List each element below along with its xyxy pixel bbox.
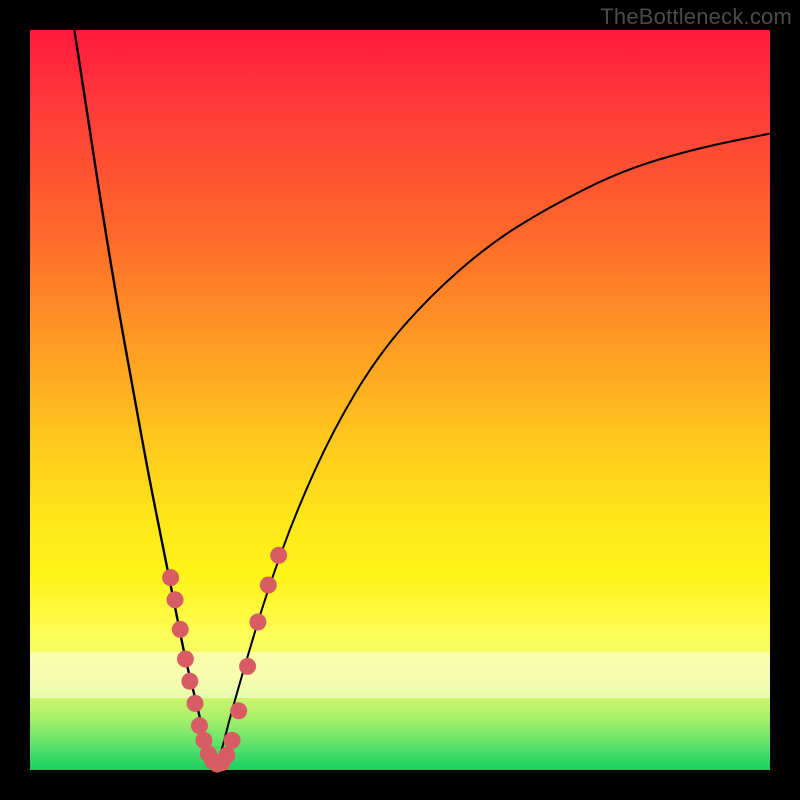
data-dot <box>187 695 204 712</box>
plot-area <box>30 30 770 770</box>
curve-left-arm <box>74 30 215 770</box>
data-dot <box>162 569 179 586</box>
curve-right-arm <box>215 134 770 770</box>
chart-stage: TheBottleneck.com <box>0 0 800 800</box>
watermark-text: TheBottleneck.com <box>600 4 792 30</box>
data-dot <box>239 658 256 675</box>
data-dot <box>224 732 241 749</box>
data-dot <box>177 651 194 668</box>
data-dot <box>260 577 277 594</box>
data-dot <box>249 614 266 631</box>
data-dot <box>270 547 287 564</box>
data-dot <box>167 591 184 608</box>
data-dot <box>230 702 247 719</box>
data-dots-group <box>162 547 287 773</box>
curves-layer <box>30 30 770 770</box>
data-dot <box>191 717 208 734</box>
data-dot <box>181 673 198 690</box>
data-dot <box>218 747 235 764</box>
data-dot <box>172 621 189 638</box>
